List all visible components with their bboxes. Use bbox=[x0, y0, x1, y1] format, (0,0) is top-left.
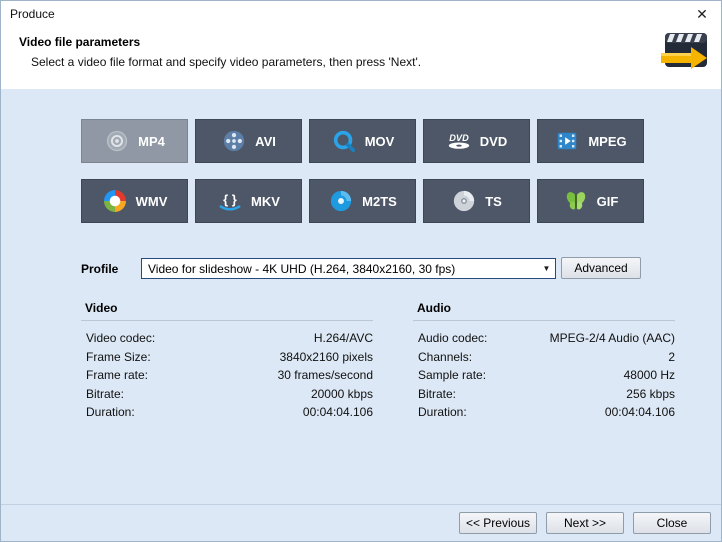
row-value: 00:04:04.106 bbox=[605, 403, 675, 422]
format-label: GIF bbox=[597, 194, 619, 209]
format-label: AVI bbox=[255, 134, 276, 149]
row-value: 30 frames/second bbox=[278, 366, 373, 385]
format-label: MPEG bbox=[588, 134, 626, 149]
format-button-m2ts[interactable]: M2TS bbox=[309, 179, 416, 223]
window-title: Produce bbox=[10, 7, 55, 21]
audio-row-duration: Duration: 00:04:04.106 bbox=[413, 403, 675, 422]
main-panel: MP4 AVI bbox=[1, 89, 721, 541]
produce-dialog: Produce ✕ Video file parameters Select a… bbox=[0, 0, 722, 542]
audio-row-codec: Audio codec: MPEG-2/4 Audio (AAC) bbox=[413, 329, 675, 348]
row-label: Sample rate: bbox=[418, 366, 486, 385]
format-label: MKV bbox=[251, 194, 280, 209]
page-title: Video file parameters bbox=[19, 35, 140, 49]
row-label: Bitrate: bbox=[418, 385, 456, 404]
svg-text:{ }: { } bbox=[223, 192, 237, 207]
format-label: WMV bbox=[136, 194, 168, 209]
format-button-gif[interactable]: GIF bbox=[537, 179, 644, 223]
title-bar: Produce ✕ bbox=[1, 1, 721, 27]
audio-row-channels: Channels: 2 bbox=[413, 348, 675, 367]
close-button[interactable]: Close bbox=[633, 512, 711, 534]
mov-icon bbox=[331, 128, 357, 154]
video-row-bitrate: Bitrate: 20000 kbps bbox=[81, 385, 373, 404]
row-value: 20000 kbps bbox=[311, 385, 373, 404]
gif-butterfly-icon bbox=[563, 188, 589, 214]
avi-reel-icon bbox=[221, 128, 247, 154]
next-button[interactable]: Next >> bbox=[546, 512, 624, 534]
mpeg-film-icon bbox=[554, 128, 580, 154]
mkv-icon: { } bbox=[217, 188, 243, 214]
format-button-mpeg[interactable]: MPEG bbox=[537, 119, 644, 163]
profile-label: Profile bbox=[81, 262, 118, 276]
format-label: M2TS bbox=[362, 194, 397, 209]
format-button-mov[interactable]: MOV bbox=[309, 119, 416, 163]
format-button-ts[interactable]: TS bbox=[423, 179, 530, 223]
profile-selected-value: Video for slideshow - 4K UHD (H.264, 384… bbox=[148, 262, 455, 276]
format-grid: MP4 AVI bbox=[81, 119, 644, 223]
format-label: TS bbox=[485, 194, 502, 209]
footer-bar: << Previous Next >> Close bbox=[1, 504, 721, 541]
format-button-mkv[interactable]: { } MKV bbox=[195, 179, 302, 223]
row-label: Frame rate: bbox=[86, 366, 148, 385]
row-value: 256 kbps bbox=[626, 385, 675, 404]
header: Video file parameters Select a video fil… bbox=[1, 27, 721, 89]
row-value: 48000 Hz bbox=[624, 366, 675, 385]
row-label: Video codec: bbox=[86, 329, 155, 348]
mp4-disc-icon bbox=[104, 128, 130, 154]
dvd-icon: DVD bbox=[446, 128, 472, 154]
video-row-duration: Duration: 00:04:04.106 bbox=[81, 403, 373, 422]
format-button-wmv[interactable]: WMV bbox=[81, 179, 188, 223]
page-subtitle: Select a video file format and specify v… bbox=[31, 55, 421, 69]
row-label: Audio codec: bbox=[418, 329, 487, 348]
format-label: DVD bbox=[480, 134, 507, 149]
m2ts-disc-icon bbox=[328, 188, 354, 214]
video-section-title: Video bbox=[81, 301, 373, 321]
audio-row-bitrate: Bitrate: 256 kbps bbox=[413, 385, 675, 404]
video-row-frame-size: Frame Size: 3840x2160 pixels bbox=[81, 348, 373, 367]
row-label: Channels: bbox=[418, 348, 472, 367]
row-label: Bitrate: bbox=[86, 385, 124, 404]
audio-section: Audio Audio codec: MPEG-2/4 Audio (AAC) … bbox=[413, 301, 675, 422]
chevron-down-icon[interactable]: ▼ bbox=[538, 264, 555, 273]
audio-row-sample-rate: Sample rate: 48000 Hz bbox=[413, 366, 675, 385]
advanced-button[interactable]: Advanced bbox=[561, 257, 641, 279]
format-label: MOV bbox=[365, 134, 395, 149]
format-label: MP4 bbox=[138, 134, 165, 149]
audio-section-title: Audio bbox=[413, 301, 675, 321]
row-label: Duration: bbox=[86, 403, 135, 422]
profile-select[interactable]: Video for slideshow - 4K UHD (H.264, 384… bbox=[141, 258, 556, 279]
row-value: 3840x2160 pixels bbox=[280, 348, 373, 367]
ts-disc-icon bbox=[451, 188, 477, 214]
produce-film-arrow-icon bbox=[659, 29, 711, 75]
row-label: Frame Size: bbox=[86, 348, 151, 367]
close-icon[interactable]: ✕ bbox=[692, 4, 712, 24]
format-button-avi[interactable]: AVI bbox=[195, 119, 302, 163]
row-value: MPEG-2/4 Audio (AAC) bbox=[550, 329, 675, 348]
row-value: H.264/AVC bbox=[314, 329, 373, 348]
format-button-dvd[interactable]: DVD DVD bbox=[423, 119, 530, 163]
video-section: Video Video codec: H.264/AVC Frame Size:… bbox=[81, 301, 373, 422]
row-value: 2 bbox=[668, 348, 675, 367]
row-value: 00:04:04.106 bbox=[303, 403, 373, 422]
video-row-frame-rate: Frame rate: 30 frames/second bbox=[81, 366, 373, 385]
format-button-mp4[interactable]: MP4 bbox=[81, 119, 188, 163]
svg-text:DVD: DVD bbox=[449, 133, 469, 143]
row-label: Duration: bbox=[418, 403, 467, 422]
video-row-codec: Video codec: H.264/AVC bbox=[81, 329, 373, 348]
previous-button[interactable]: << Previous bbox=[459, 512, 537, 534]
wmv-icon bbox=[102, 188, 128, 214]
